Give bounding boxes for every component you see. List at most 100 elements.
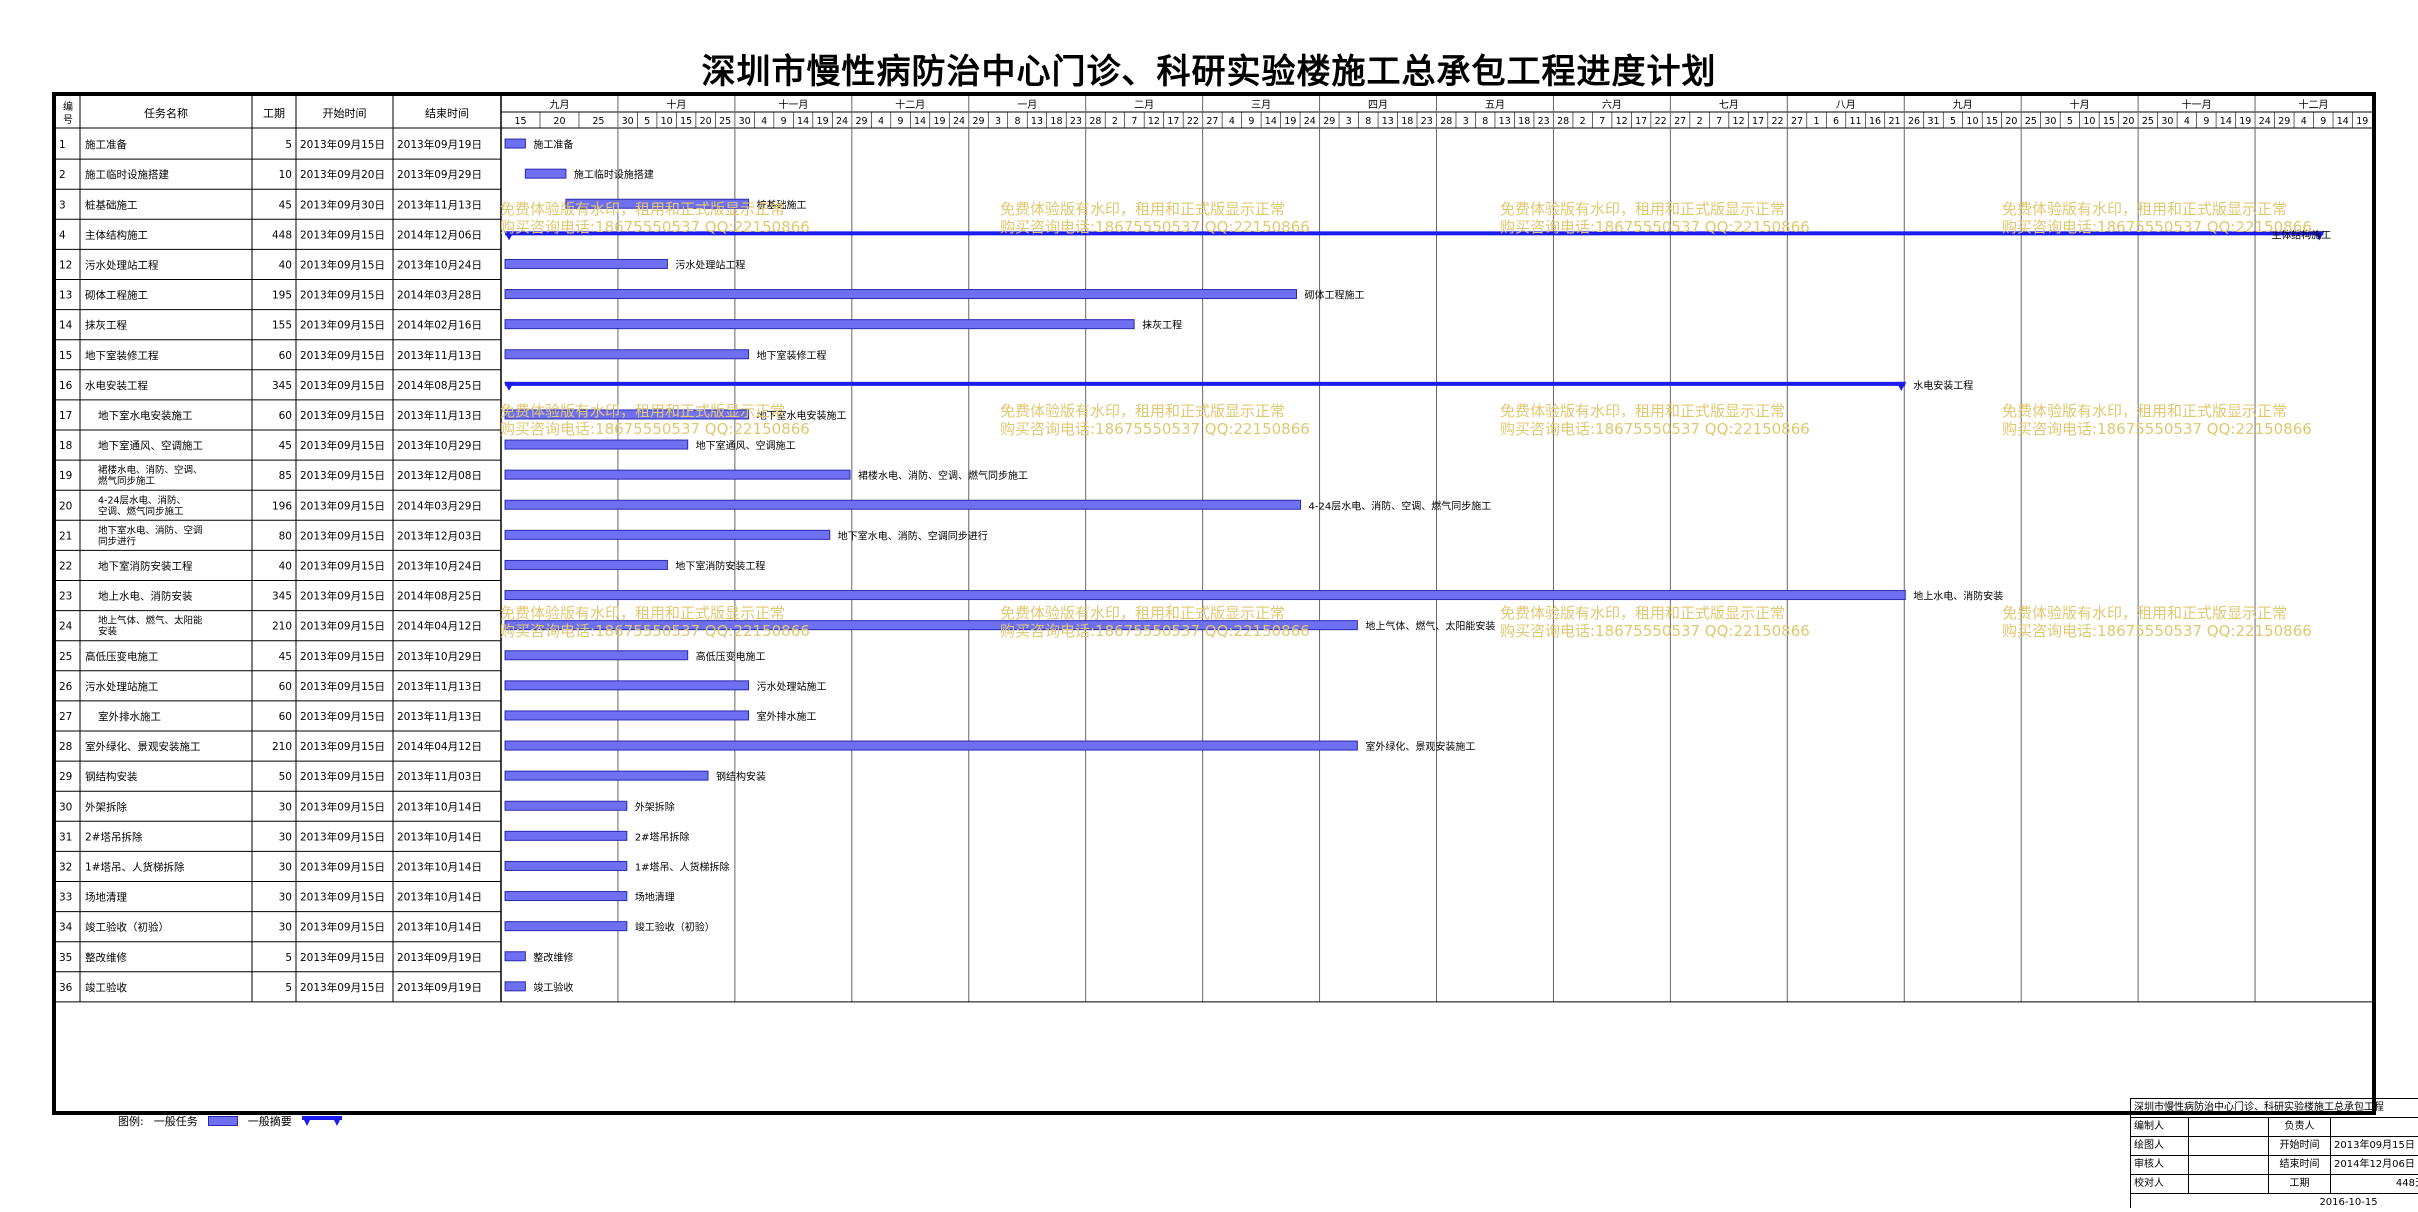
task-end: 2013年12月08日 <box>397 469 482 482</box>
task-bar <box>504 860 628 871</box>
task-start: 2013年09月15日 <box>300 258 385 271</box>
day-label: 4 <box>2184 116 2190 127</box>
day-label: 3 <box>1346 116 1352 127</box>
task-name: 室外排水施工 <box>98 710 161 723</box>
task-name: 场地清理 <box>85 891 127 904</box>
task-name: 竣工验收（初验） <box>85 921 169 934</box>
task-end: 2013年09月19日 <box>397 138 482 151</box>
task-bar-label: 地下室通风、空调施工 <box>696 439 796 452</box>
task-bar <box>504 349 750 360</box>
watermark: 免费体验版有水印，租用和正式版显示正常 购买咨询电话:18675550537 QQ… <box>500 604 810 640</box>
task-id: 26 <box>59 681 73 693</box>
task-bar <box>504 559 668 570</box>
task-end: 2013年11月13日 <box>397 680 482 693</box>
day-label: 7 <box>1599 116 1605 127</box>
watermark-line-1: 免费体验版有水印，租用和正式版显示正常 <box>500 200 786 218</box>
task-id: 2 <box>59 169 66 181</box>
task-bar-label: 2#塔吊拆除 <box>635 830 690 843</box>
month-label: 八月 <box>1836 99 1856 111</box>
day-label: 28 <box>1440 116 1452 127</box>
task-duration: 60 <box>279 711 292 723</box>
day-label: 24 <box>953 116 965 127</box>
task-bar-label: 1#塔吊、人货梯拆除 <box>635 860 730 873</box>
task-start: 2013年09月15日 <box>300 800 385 813</box>
task-bar-label: 抹灰工程 <box>1142 319 1182 332</box>
day-label: 30 <box>2044 116 2056 127</box>
watermark-line-1: 免费体验版有水印，租用和正式版显示正常 <box>2002 604 2288 622</box>
watermark-line-2: 购买咨询电话:18675550537 QQ:22150866 <box>2002 622 2312 640</box>
gantt-frame: 编号任务名称 工期 开始时间 结束时间 九月 15 20 25 十月 30 5 10 15 20 25 十一月… <box>52 92 2418 1208</box>
task-start: 2013年09月15日 <box>300 439 385 452</box>
day-label: 19 <box>1284 116 1296 127</box>
day-label: 16 <box>1869 116 1881 127</box>
task-end: 2013年10月14日 <box>397 830 482 843</box>
day-label: 9 <box>2203 116 2209 127</box>
task-start: 2013年09月15日 <box>300 559 385 572</box>
day-label: 17 <box>1752 116 1764 127</box>
task-name: 钢结构安装 <box>85 770 138 783</box>
task-name: 地上气体、燃气、太阳能 <box>98 615 203 627</box>
tb-value-7 <box>2189 1175 2269 1193</box>
day-label: 5 <box>2067 116 2073 127</box>
task-bar <box>504 289 1297 300</box>
day-label: 11 <box>1849 116 1861 127</box>
day-label: 14 <box>797 116 809 127</box>
task-start: 2013年09月15日 <box>300 770 385 783</box>
day-label: 18 <box>1050 116 1062 127</box>
day-label: 30 <box>622 116 634 127</box>
task-bar-label: 地下室装修工程 <box>757 349 827 362</box>
summary-end-marker <box>1896 381 1907 391</box>
day-label: 20 <box>2122 116 2134 127</box>
day-label: 19 <box>933 116 945 127</box>
task-bar-label: 4-24层水电、消防、空调、燃气同步施工 <box>1309 499 1492 512</box>
watermark: 免费体验版有水印，租用和正式版显示正常 购买咨询电话:18675550537 QQ… <box>1000 200 1310 236</box>
task-name: 污水处理站工程 <box>85 258 159 271</box>
day-label: 13 <box>1382 116 1394 127</box>
watermark: 免费体验版有水印，租用和正式版显示正常 购买咨询电话:18675550537 QQ… <box>1000 402 1310 438</box>
task-start: 2013年09月15日 <box>300 138 385 151</box>
task-duration: 210 <box>272 621 292 633</box>
task-duration: 30 <box>279 801 292 813</box>
task-end: 2013年10月24日 <box>397 559 482 572</box>
task-bar <box>504 981 526 992</box>
day-label: 21 <box>1888 116 1900 127</box>
month-label: 十二月 <box>2299 98 2329 111</box>
task-duration: 85 <box>279 470 292 482</box>
watermark-line-1: 免费体验版有水印，租用和正式版显示正常 <box>2002 200 2288 218</box>
task-id: 33 <box>59 892 72 904</box>
task-id: 35 <box>59 952 72 964</box>
month-label: 十二月 <box>895 98 925 111</box>
task-duration: 345 <box>272 591 292 603</box>
task-bar <box>504 138 526 149</box>
task-bar-label: 钢结构安装 <box>716 770 766 783</box>
watermark: 免费体验版有水印，租用和正式版显示正常 购买咨询电话:18675550537 QQ… <box>500 402 810 438</box>
task-id: 13 <box>59 290 72 302</box>
task-bar-label: 竣工验收（初验） <box>635 921 715 934</box>
task-name: 地下室水电安装施工 <box>98 409 193 422</box>
month-label: 七月 <box>1719 99 1739 111</box>
legend: 图例: 一般任务 一般摘要 <box>118 1113 342 1129</box>
task-duration: 30 <box>279 922 292 934</box>
tb-label-2: 负责人 <box>2269 1118 2331 1136</box>
day-label: 15 <box>514 116 526 127</box>
task-bar-label: 污水处理站施工 <box>757 680 827 693</box>
task-start: 2013年09月15日 <box>300 891 385 904</box>
watermark-line-2: 购买咨询电话:18675550537 QQ:22150866 <box>1500 622 1810 640</box>
task-bar-label: 污水处理站工程 <box>675 258 745 271</box>
day-label: 19 <box>2356 116 2368 127</box>
task-end: 2013年11月13日 <box>397 409 482 422</box>
task-duration: 5 <box>285 139 292 151</box>
month-label: 四月 <box>1368 99 1388 111</box>
month-label: 十一月 <box>778 98 808 111</box>
legend-task-swatch <box>207 1116 238 1126</box>
task-end: 2014年03月29日 <box>397 499 482 512</box>
task-start: 2013年09月15日 <box>300 289 385 302</box>
task-start: 2013年09月15日 <box>300 860 385 873</box>
tb-label-4: 开始时间 <box>2269 1137 2331 1155</box>
tb-value-5 <box>2189 1156 2269 1174</box>
task-start: 2013年09月15日 <box>300 319 385 332</box>
tb-value-3 <box>2189 1137 2269 1155</box>
task-id: 23 <box>59 591 72 603</box>
task-name: 抹灰工程 <box>85 319 127 332</box>
month-label: 五月 <box>1485 99 1505 111</box>
